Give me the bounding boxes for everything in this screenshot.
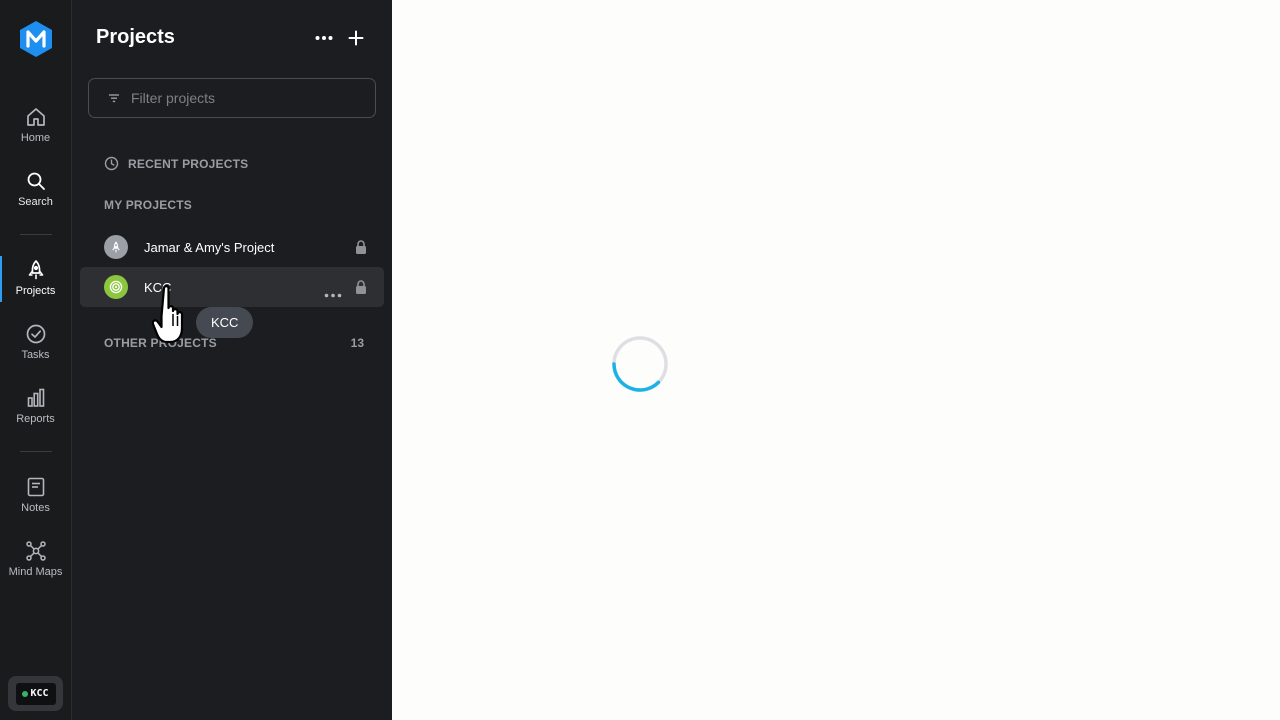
recent-projects-section[interactable]: RECENT PROJECTS (104, 156, 248, 171)
rail-label: Search (18, 196, 53, 208)
section-label: RECENT PROJECTS (128, 156, 249, 171)
rail-item-projects[interactable]: Projects (0, 251, 71, 307)
hand-pointer-icon (146, 284, 190, 346)
rail-label: Home (20, 132, 51, 144)
rail-item-tasks[interactable]: Tasks (0, 315, 71, 371)
home-icon (25, 106, 47, 128)
page-title: Projects (96, 26, 175, 48)
rocket-icon (104, 235, 128, 259)
rail-label: Projects (15, 285, 56, 297)
rail-item-mind-maps[interactable]: Mind Maps (0, 532, 71, 588)
rail-divider (20, 451, 52, 452)
rail-label: Notes (21, 502, 50, 514)
project-name: Jamar & Amy's Project (144, 239, 275, 255)
rail-item-notes[interactable]: Notes (0, 468, 71, 524)
more-horizontal-icon (315, 36, 333, 40)
rail-item-reports[interactable]: Reports (0, 379, 71, 435)
section-label: MY PROJECTS (104, 198, 192, 212)
rail-label: Tasks (21, 349, 50, 361)
rail-label: Reports (16, 413, 55, 425)
more-options-button[interactable] (312, 26, 336, 50)
search-icon (25, 170, 47, 192)
filter-icon (107, 91, 121, 105)
my-projects-heading: MY PROJECTS (104, 198, 192, 212)
check-circle-icon (25, 323, 47, 345)
plus-icon (348, 30, 364, 46)
workspace-switcher[interactable]: KCC (8, 676, 63, 711)
projects-panel: Projects RECENT PROJECTS MY PROJECTS Jam… (72, 0, 392, 720)
rail-label: Mind Maps (8, 566, 63, 578)
add-project-button[interactable] (344, 26, 368, 50)
rail-divider (20, 234, 52, 235)
note-icon (25, 476, 47, 498)
project-row[interactable]: Jamar & Amy's Project (80, 227, 384, 267)
loading-spinner (610, 334, 670, 394)
other-projects-count: 13 (350, 336, 364, 350)
workspace-label: KCC (30, 688, 49, 699)
mind-map-icon (25, 540, 47, 562)
filter-projects-field[interactable] (88, 78, 376, 118)
tooltip: KCC (196, 307, 254, 338)
bar-chart-icon (25, 387, 47, 409)
workspace-dot-icon (22, 690, 29, 697)
filter-projects-input[interactable] (129, 89, 363, 107)
target-icon (104, 275, 128, 299)
app-logo[interactable] (18, 20, 54, 58)
rail-item-home[interactable]: Home (0, 98, 71, 154)
nav-rail: Home Search Projects Tasks Reports Notes (0, 0, 72, 720)
project-row[interactable]: KCC (80, 267, 384, 307)
rocket-icon (25, 259, 47, 281)
lock-icon (354, 239, 368, 255)
clock-icon (104, 156, 119, 171)
more-horizontal-icon[interactable] (324, 285, 342, 298)
lock-icon (354, 279, 368, 295)
rail-item-search[interactable]: Search (0, 162, 71, 218)
workspace-logo: KCC (15, 682, 56, 705)
